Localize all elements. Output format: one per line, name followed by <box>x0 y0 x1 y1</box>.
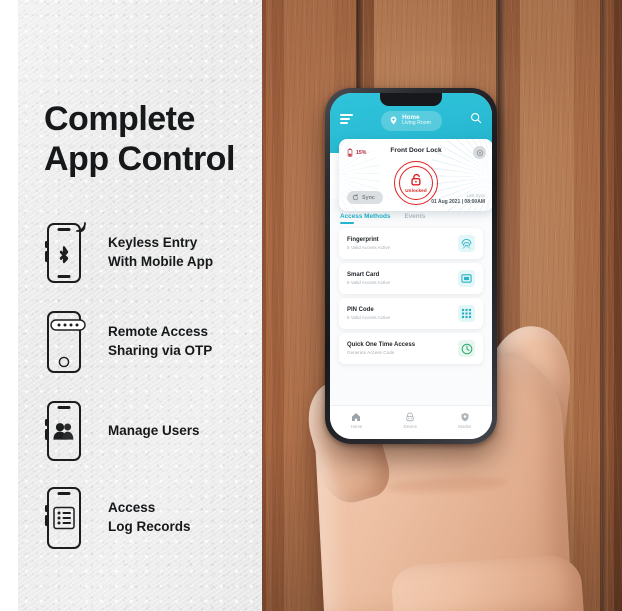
last-sync-timestamp: 01 Aug 2021 | 08:00AM <box>431 199 485 205</box>
list-item-subtitle: 5 Valid Access Active <box>347 279 391 285</box>
nav-item-home[interactable]: Home <box>350 412 363 429</box>
room-subtitle: Living Room <box>402 120 431 127</box>
app-body: Access Methods Events Fingerprint 5 Vali… <box>330 199 492 439</box>
signal-waves-icon <box>76 222 86 233</box>
keypad-glyph <box>461 308 472 319</box>
clock-glyph <box>461 343 472 354</box>
list-item-title: Smart Card <box>347 272 380 279</box>
search-icon[interactable] <box>470 112 482 124</box>
users-group-glyph <box>53 423 74 440</box>
phone-bluetooth-signal-icon <box>44 222 86 284</box>
access-methods-list: Fingerprint 5 Valid Access Active Smart … <box>330 224 492 364</box>
feature-label-remote-access: Remote Access Sharing via OTP <box>108 323 212 360</box>
promo-graphic: Complete App Control Keyless Entry With … <box>0 0 622 611</box>
feature-item-manage-users: Manage Users <box>44 400 200 462</box>
lock-toggle-inner: Unlocked <box>399 166 433 200</box>
last-sync-label: Last Sync <box>466 193 485 198</box>
headline-line-2: App Control <box>44 139 235 178</box>
nav-label-device: Device <box>403 423 417 429</box>
nav-label-home: Home <box>350 423 363 429</box>
hamburger-menu-icon[interactable] <box>340 114 353 127</box>
phone-users-icon <box>44 400 84 462</box>
phone-screen: Home Living Room 15% Front Door Lock Unl… <box>330 93 492 439</box>
phone-otp-passcode-icon <box>44 311 86 373</box>
fingerprint-icon <box>458 235 475 252</box>
phone-log-list-icon <box>44 487 84 549</box>
gear-glyph <box>476 149 483 156</box>
otp-code-pill-icon <box>50 319 86 331</box>
refresh-sync-icon <box>352 194 359 201</box>
page-title: Complete App Control <box>44 100 274 180</box>
feature-label-line-2: Log Records <box>108 519 191 534</box>
feature-label-line-1: Keyless Entry <box>108 235 198 251</box>
list-item-title: PIN Code <box>347 307 374 314</box>
list-item-pin-code[interactable]: PIN Code 5 Valid Access Active <box>339 298 483 329</box>
list-item-text: Quick One Time Access Generate Access Co… <box>347 342 415 355</box>
feature-label-line-1: Manage Users <box>108 422 200 438</box>
sync-button[interactable]: Sync <box>347 191 383 204</box>
feature-label-access-log: Access Log Records <box>108 499 191 536</box>
nav-item-device[interactable]: Device <box>404 412 417 429</box>
bluetooth-glyph <box>59 246 69 264</box>
door-groove-right <box>600 0 608 611</box>
log-records-glyph <box>53 506 75 530</box>
clock-icon <box>458 340 475 357</box>
sync-button-label: Sync <box>362 194 375 201</box>
home-button-circle-icon <box>58 356 70 368</box>
lock-state-label: Unlocked <box>405 188 427 193</box>
device-lock-icon <box>406 412 414 421</box>
list-item-text: Smart Card 5 Valid Access Active <box>347 272 390 285</box>
list-item-subtitle: 5 Valid Access Active <box>347 244 391 250</box>
settings-gear-icon[interactable] <box>473 146 486 159</box>
feature-item-keyless-entry: Keyless Entry With Mobile App <box>44 222 213 284</box>
device-name-label: Front Door Lock <box>390 147 442 154</box>
list-item-subtitle: Generate Access Code <box>347 349 395 355</box>
feature-label-line-2: With Mobile App <box>108 254 214 269</box>
phone-notch <box>380 93 442 106</box>
feature-label-keyless-entry: Keyless Entry With Mobile App <box>108 234 213 271</box>
keypad-icon <box>458 305 475 322</box>
smart-card-icon <box>458 270 475 287</box>
list-item-text: PIN Code 5 Valid Access Active <box>347 307 390 320</box>
list-item-smart-card[interactable]: Smart Card 5 Valid Access Active <box>339 263 483 294</box>
home-icon <box>352 412 361 421</box>
feature-label-line-1: Access <box>108 500 156 516</box>
unlocked-padlock-icon <box>410 173 421 186</box>
feature-item-access-log: Access Log Records <box>44 487 191 549</box>
room-selector-pill[interactable]: Home Living Room <box>381 111 442 132</box>
fingerprint-glyph <box>461 238 472 249</box>
nav-item-modes[interactable]: Modes <box>458 412 471 429</box>
list-item-fingerprint[interactable]: Fingerprint 5 Valid Access Active <box>339 228 483 259</box>
modes-shield-icon <box>461 412 469 421</box>
list-item-subtitle: 5 Valid Access Active <box>347 314 391 320</box>
lock-status-card: 15% Front Door Lock Unlocked Sync Last S… <box>339 139 492 211</box>
feature-label-line-2: Sharing via OTP <box>108 343 213 358</box>
feature-label-manage-users: Manage Users <box>108 422 200 441</box>
list-item-title: Quick One Time Access <box>347 342 416 349</box>
smart-card-glyph <box>461 274 472 283</box>
list-item-quick-one-time-access[interactable]: Quick One Time Access Generate Access Co… <box>339 333 483 364</box>
list-item-title: Fingerprint <box>347 237 379 244</box>
nav-label-modes: Modes <box>458 423 472 429</box>
feature-item-remote-access: Remote Access Sharing via OTP <box>44 311 212 373</box>
tab-events[interactable]: Events <box>404 213 425 224</box>
feature-label-line-1: Remote Access <box>108 324 209 340</box>
list-item-text: Fingerprint 5 Valid Access Active <box>347 237 390 250</box>
bottom-navigation-bar: Home Device Modes <box>330 405 492 439</box>
last-sync-block: Last Sync 01 Aug 2021 | 08:00AM <box>431 193 485 205</box>
headline-line-1: Complete <box>44 100 195 138</box>
smartphone-device: Home Living Room 15% Front Door Lock Unl… <box>325 88 497 444</box>
location-pin-icon <box>390 116 397 125</box>
tab-access-methods[interactable]: Access Methods <box>340 213 390 224</box>
